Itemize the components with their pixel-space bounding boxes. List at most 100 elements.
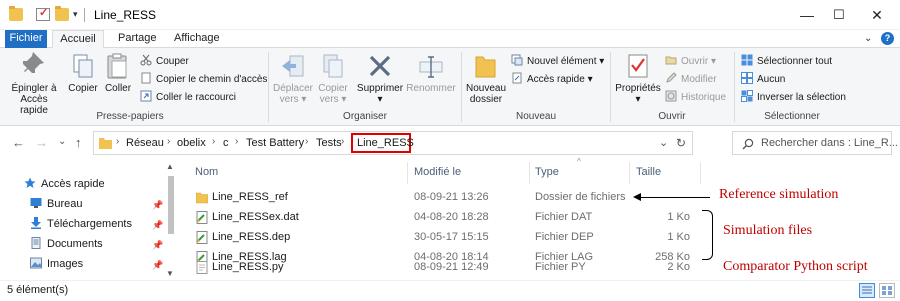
close-button[interactable]: ✕ <box>854 0 900 30</box>
tab-file[interactable]: Fichier <box>5 30 47 48</box>
column-header-modified[interactable]: Modifié le <box>414 166 461 178</box>
new-folder-label-line1: Nouveau <box>465 83 507 94</box>
select-all-icon <box>741 54 753 66</box>
scroll-up-icon[interactable]: ▲ <box>166 162 174 171</box>
folder-icon <box>9 6 23 21</box>
copy-path-icon <box>140 72 152 84</box>
search-placeholder: Rechercher dans : Line_R... <box>761 137 898 149</box>
file-row[interactable]: Line_RESS.dep 30-05-17 15:15 Fichier DEP… <box>190 227 710 247</box>
breadcrumb-obelix[interactable]: obelix <box>177 137 206 149</box>
breadcrumb-separator: › <box>341 136 345 147</box>
nav-pane-scrollbar[interactable]: ▲ ▼ <box>165 162 177 278</box>
cut-button[interactable]: Couper <box>140 55 189 71</box>
copy-to-button[interactable]: Copier vers ▾ <box>315 52 351 105</box>
column-divider[interactable] <box>700 162 701 184</box>
open-label: Ouvrir <box>681 56 709 67</box>
history-icon <box>665 90 677 102</box>
paste-shortcut-button[interactable]: Coller le raccourci <box>140 90 236 107</box>
file-row[interactable]: Line_RESS.py 08-09-21 12:49 Fichier PY 2… <box>190 257 710 277</box>
breadcrumb-separator: › <box>116 136 120 147</box>
forward-button[interactable]: → <box>35 135 48 150</box>
large-icons-view-button[interactable] <box>879 283 895 298</box>
address-dropdown-button[interactable]: ⌄ <box>659 136 668 149</box>
pin-icon[interactable]: 📌 <box>152 220 163 231</box>
delete-label: Supprimer <box>356 83 404 94</box>
move-to-icon <box>280 52 306 80</box>
nav-item-images[interactable]: Images <box>30 257 83 270</box>
easy-access-button[interactable]: Accès rapide ▾ <box>511 72 593 89</box>
properties-icon <box>625 52 651 80</box>
file-row[interactable]: Line_RESSex.dat 04-08-20 18:28 Fichier D… <box>190 207 710 227</box>
column-header-name[interactable]: Nom <box>195 166 218 178</box>
breadcrumb-tests[interactable]: Tests <box>316 137 342 149</box>
column-divider[interactable] <box>629 162 630 184</box>
star-icon <box>24 177 36 189</box>
edit-button[interactable]: Modifier <box>665 72 717 89</box>
open-button[interactable]: Ouvrir ▾ <box>665 55 716 71</box>
organize-group-label: Organiser <box>343 111 387 122</box>
copy-path-button[interactable]: Copier le chemin d'accès <box>140 72 267 89</box>
breadcrumb-network[interactable]: Réseau <box>126 137 164 149</box>
file-type: Dossier de fichiers <box>535 191 626 203</box>
rename-button[interactable]: Renommer <box>406 52 456 94</box>
tab-home[interactable]: Accueil <box>52 30 104 49</box>
tab-share[interactable]: Partage <box>110 30 165 48</box>
back-button[interactable]: ← <box>12 135 25 150</box>
select-all-button[interactable]: Sélectionner tout <box>741 54 832 71</box>
select-group-label: Sélectionner <box>764 111 820 122</box>
properties-button[interactable]: Propriétés ▾ <box>614 52 662 105</box>
nav-item-documents[interactable]: Documents <box>30 237 103 250</box>
details-view-button[interactable] <box>859 283 875 298</box>
pin-icon[interactable]: 📌 <box>152 200 163 211</box>
ribbon: Épingler à Accès rapide Copier Coller Co… <box>0 48 900 126</box>
scroll-thumb[interactable] <box>168 176 174 234</box>
collapse-ribbon-icon[interactable]: ⌄ <box>864 33 872 44</box>
paste-button[interactable]: Coller <box>102 52 134 94</box>
recent-locations-button[interactable]: ⌄ <box>58 136 66 147</box>
breadcrumb-c[interactable]: c <box>223 137 229 149</box>
file-row[interactable]: Line_RESS_ref 08-09-21 13:26 Dossier de … <box>190 187 710 207</box>
tab-view[interactable]: Affichage <box>166 30 228 48</box>
open-group-label: Ouvrir <box>658 111 686 122</box>
new-folder-quick-icon[interactable] <box>55 6 69 21</box>
move-to-button[interactable]: Déplacer vers ▾ <box>272 52 314 105</box>
ribbon-tabs: Fichier Accueil Partage Affichage <box>0 30 900 49</box>
up-button[interactable]: ↑ <box>75 135 82 150</box>
new-item-button[interactable]: Nouvel élément ▾ <box>511 54 604 71</box>
data-file-icon <box>196 231 208 244</box>
nav-item-quick-access[interactable]: Accès rapide <box>24 177 105 190</box>
history-button[interactable]: Historique <box>665 90 726 107</box>
new-folder-button[interactable]: Nouveau dossier <box>465 52 507 105</box>
invert-selection-button[interactable]: Inverser la sélection <box>741 90 846 107</box>
column-header-size[interactable]: Taille <box>636 166 661 178</box>
file-modified: 08-09-21 12:49 <box>414 261 489 273</box>
nav-item-desktop[interactable]: Bureau <box>30 198 82 210</box>
refresh-button[interactable]: ↻ <box>676 136 686 150</box>
column-header-type[interactable]: Type <box>535 166 559 178</box>
breadcrumb-separator: › <box>235 136 239 147</box>
help-icon[interactable]: ? <box>881 32 894 45</box>
cut-label: Couper <box>156 56 189 67</box>
pin-icon[interactable]: 📌 <box>152 260 163 271</box>
address-bar[interactable]: › Réseau › obelix › c › Test Battery › T… <box>93 131 693 155</box>
scroll-down-icon[interactable]: ▼ <box>166 269 174 278</box>
select-none-button[interactable]: Aucun <box>741 72 785 89</box>
copy-button[interactable]: Copier <box>66 52 100 94</box>
breadcrumb-line-ress[interactable]: Line_RESS <box>357 137 414 149</box>
delete-button[interactable]: Supprimer ▾ <box>356 52 404 105</box>
nav-item-label: Accès rapide <box>41 178 105 190</box>
pin-label-line1: Épingler à <box>11 83 57 94</box>
column-divider[interactable] <box>529 162 530 184</box>
search-box[interactable]: Rechercher dans : Line_R... <box>732 131 898 155</box>
edit-label: Modifier <box>681 74 717 85</box>
file-name: Line_RESS.dep <box>212 231 291 243</box>
copy-icon <box>70 52 96 80</box>
data-file-icon <box>196 211 208 224</box>
nav-item-downloads[interactable]: Téléchargements <box>30 217 132 230</box>
properties-quick-icon[interactable] <box>36 6 50 21</box>
folder-icon <box>99 137 112 149</box>
breadcrumb-test-battery[interactable]: Test Battery <box>246 137 304 149</box>
pin-quick-access-button[interactable]: Épingler à Accès rapide <box>6 52 62 116</box>
column-divider[interactable] <box>407 162 408 184</box>
pin-icon[interactable]: 📌 <box>152 240 163 251</box>
